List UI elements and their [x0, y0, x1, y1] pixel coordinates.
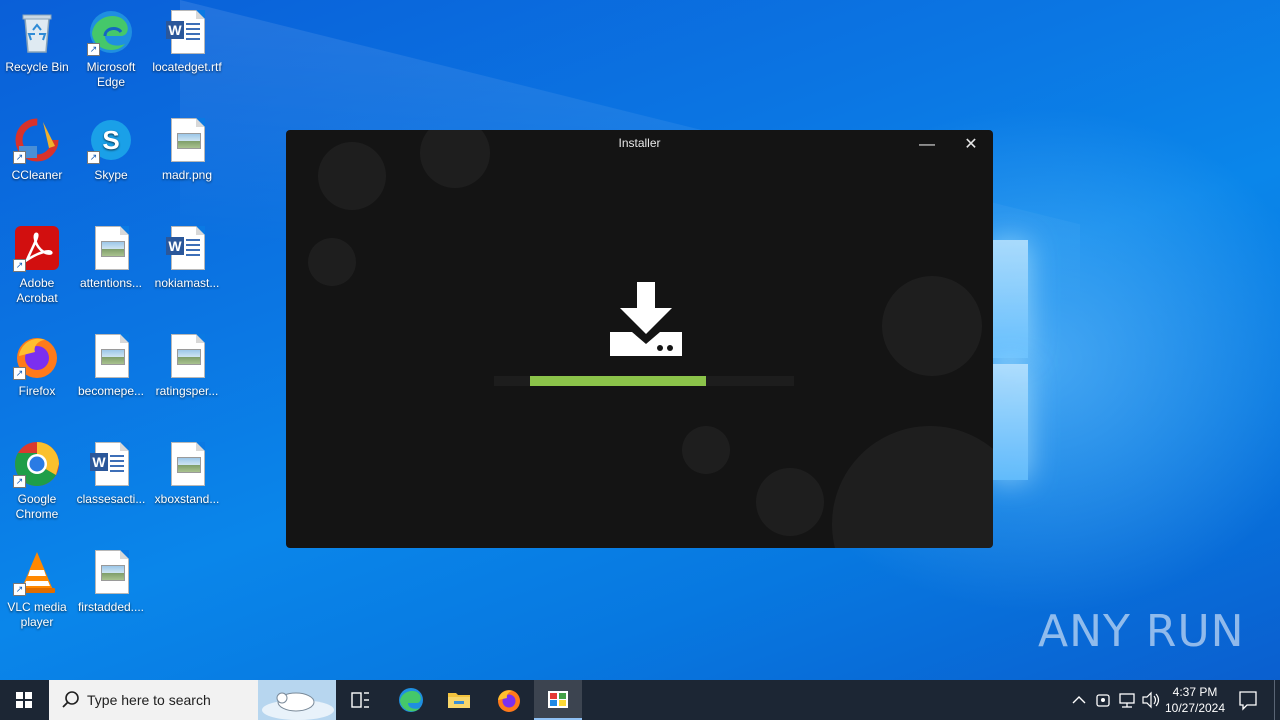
clock-date: 10/27/2024	[1164, 701, 1226, 715]
svg-text:S: S	[102, 125, 119, 155]
edge-icon: ↗	[87, 8, 135, 56]
chevron-up-icon	[1072, 696, 1086, 704]
desktop-icon-firefox[interactable]: ↗ Firefox	[1, 326, 73, 399]
desktop-icon-ccleaner[interactable]: ↗ CCleaner	[1, 110, 73, 183]
desktop-icon-google-chrome[interactable]: ↗ Google Chrome	[1, 434, 73, 522]
desktop-icon-label: xboxstand...	[154, 492, 220, 506]
decor-bubble	[756, 468, 824, 536]
decor-bubble	[882, 276, 982, 376]
progress-fill	[530, 376, 706, 386]
search-highlight-image	[258, 680, 336, 720]
desktop-icon-skype[interactable]: S ↗ Skype	[75, 110, 147, 183]
windows-wallpaper-logo	[990, 240, 1030, 480]
volume-button[interactable]	[1140, 680, 1162, 720]
desktop-icon-label: madr.png	[161, 168, 213, 182]
show-desktop-divider[interactable]	[1274, 680, 1275, 720]
desktop-icon-firstadded[interactable]: firstadded....	[75, 542, 147, 615]
action-center-button[interactable]	[1234, 680, 1262, 720]
image-file-icon	[163, 440, 211, 488]
firefox-icon	[498, 690, 520, 712]
search-box[interactable]: Type here to search	[49, 680, 336, 720]
taskbar-edge[interactable]	[390, 680, 432, 720]
desktop-icon-label: Adobe Acrobat	[16, 276, 58, 305]
desktop-icon-label: becomepe...	[77, 384, 145, 398]
task-view-icon	[351, 692, 369, 708]
decor-bubble	[832, 426, 993, 548]
acrobat-icon: ↗	[13, 224, 61, 272]
vlc-icon: ↗	[13, 548, 61, 596]
desktop-icon-microsoft-edge[interactable]: ↗ Microsoft Edge	[75, 2, 147, 90]
desktop-icon-label: Microsoft Edge	[86, 60, 136, 89]
desktop-icon-xboxstand[interactable]: xboxstand...	[151, 434, 223, 507]
window-title: Installer	[618, 136, 661, 150]
show-hidden-icons-button[interactable]	[1068, 680, 1090, 720]
desktop-icon-label: CCleaner	[11, 168, 63, 182]
word-document-icon: W	[163, 8, 211, 56]
image-file-icon	[87, 548, 135, 596]
search-icon	[62, 691, 79, 708]
close-button[interactable]: ✕	[956, 134, 986, 156]
meet-now-button[interactable]	[1092, 680, 1114, 720]
desktop: Recycle Bin ↗ CCleaner ↗ Adobe Acrobat ↗…	[0, 0, 1280, 680]
image-file-icon	[163, 332, 211, 380]
chrome-icon: ↗	[13, 440, 61, 488]
image-file-icon	[87, 332, 135, 380]
desktop-icon-label: Google Chrome	[15, 492, 59, 521]
installer-window[interactable]: Installer — ✕	[286, 130, 993, 548]
edge-icon	[399, 688, 423, 712]
start-button[interactable]	[0, 680, 48, 720]
recycle-bin-icon	[13, 8, 61, 56]
desktop-icon-attentions[interactable]: attentions...	[75, 218, 147, 291]
decor-bubble	[308, 238, 356, 286]
desktop-icon-label: classesacti...	[76, 492, 146, 506]
taskbar-file-explorer[interactable]	[438, 680, 480, 720]
anyrun-watermark: ANY RUN	[1038, 606, 1245, 657]
image-file-icon	[163, 116, 211, 164]
desktop-icon-label: ratingsper...	[155, 384, 219, 398]
installer-app-icon	[548, 691, 568, 708]
desktop-icon-label: nokiamast...	[154, 276, 220, 290]
clock-time: 4:37 PM	[1172, 685, 1218, 699]
desktop-icon-label: Firefox	[18, 384, 56, 398]
desktop-icon-label: Recycle Bin	[5, 60, 69, 74]
network-button[interactable]	[1116, 680, 1138, 720]
desktop-icon-madr[interactable]: madr.png	[151, 110, 223, 183]
desktop-icon-label: firstadded....	[77, 600, 145, 614]
taskbar-clock[interactable]: 4:37 PM 10/27/2024	[1160, 684, 1230, 716]
ccleaner-icon: ↗	[13, 116, 61, 164]
desktop-icon-becomepe[interactable]: becomepe...	[75, 326, 147, 399]
progress-bar	[494, 376, 794, 386]
download-icon	[608, 282, 684, 358]
desktop-icon-adobe-acrobat[interactable]: ↗ Adobe Acrobat	[1, 218, 73, 306]
file-explorer-icon	[448, 693, 470, 708]
search-placeholder: Type here to search	[87, 692, 211, 708]
speaker-icon	[1142, 691, 1160, 709]
minimize-button[interactable]: —	[912, 134, 942, 156]
desktop-icon-nokiamast[interactable]: W nokiamast...	[151, 218, 223, 291]
firefox-icon: ↗	[13, 332, 61, 380]
desktop-icon-classesacti[interactable]: W classesacti...	[75, 434, 147, 507]
task-view-button[interactable]	[340, 680, 380, 720]
desktop-icon-ratingsper[interactable]: ratingsper...	[151, 326, 223, 399]
decor-bubble	[318, 142, 386, 210]
desktop-icon-label: Skype	[94, 168, 128, 182]
taskbar: Type here to search 4:37 PM 10/27/2024	[0, 680, 1280, 720]
desktop-icon-label: locatedget.rtf	[152, 60, 222, 74]
taskbar-installer-app[interactable]	[534, 680, 582, 720]
notification-icon	[1239, 691, 1257, 711]
desktop-icon-recycle-bin[interactable]: Recycle Bin	[1, 2, 73, 75]
windows-start-icon	[16, 692, 32, 708]
decor-bubble	[682, 426, 730, 474]
taskbar-firefox[interactable]	[488, 680, 530, 720]
desktop-icon-label: VLC media player	[7, 600, 67, 629]
network-icon	[1119, 693, 1135, 708]
image-file-icon	[87, 224, 135, 272]
word-document-icon: W	[163, 224, 211, 272]
desktop-icon-locatedget[interactable]: W locatedget.rtf	[151, 2, 223, 75]
meet-now-icon	[1096, 694, 1110, 707]
desktop-icon-label: attentions...	[79, 276, 143, 290]
skype-icon: S ↗	[87, 116, 135, 164]
word-document-icon: W	[87, 440, 135, 488]
desktop-icon-vlc[interactable]: ↗ VLC media player	[1, 542, 73, 630]
